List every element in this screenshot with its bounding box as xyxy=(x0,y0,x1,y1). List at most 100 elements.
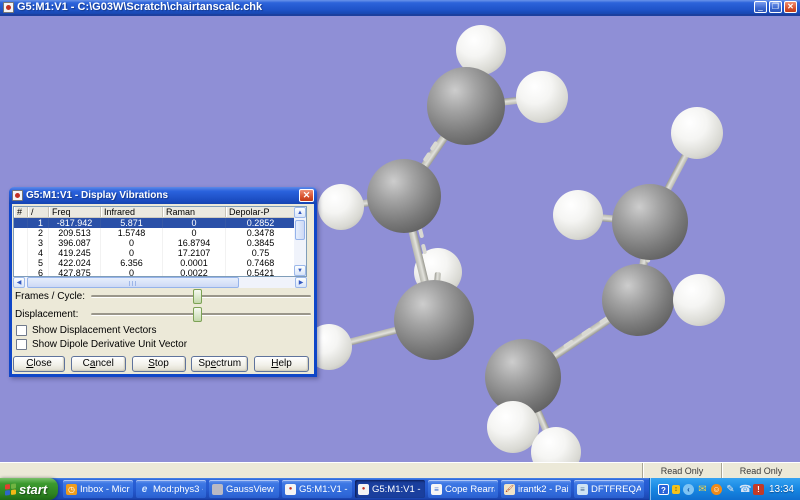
pen-icon[interactable]: ✎ xyxy=(725,484,736,495)
wordpad-icon: ≡ xyxy=(431,484,442,495)
taskbar-item-label: irantk2 - Paint xyxy=(518,484,568,495)
dialog-titlebar[interactable]: G5:M1:V1 - Display Vibrations ✕ xyxy=(9,187,317,204)
table-cell: 0 xyxy=(163,218,226,228)
show-dipole-derivative-checkbox[interactable] xyxy=(16,339,27,350)
table-cell: 0 xyxy=(101,268,163,277)
table-row[interactable]: 5422.0246.3560.00010.7468 xyxy=(14,258,307,268)
scroll-right-button[interactable]: ▶ xyxy=(295,277,307,288)
help-button[interactable]: Help xyxy=(254,356,309,372)
frames-cycle-label: Frames / Cycle: xyxy=(15,291,91,302)
table-cell xyxy=(14,268,28,277)
column-header-[interactable]: # xyxy=(14,207,28,217)
close-button[interactable]: ✕ xyxy=(784,1,797,13)
displacement-slider[interactable] xyxy=(91,313,311,316)
display-vibrations-dialog[interactable]: G5:M1:V1 - Display Vibrations ✕ #/FreqIn… xyxy=(9,187,317,377)
hydrogen-atom[interactable] xyxy=(553,190,603,240)
taskbar-item-inbox-micro-[interactable]: ◷Inbox - Micro... xyxy=(63,480,133,498)
dialog-close-button[interactable]: ✕ xyxy=(299,189,314,202)
table-row[interactable]: 1-817.9425.87100.2852 xyxy=(14,218,307,228)
taskbar-item-cope-rearra-[interactable]: ≡Cope Rearra... xyxy=(428,480,498,498)
displacement-label: Displacement: xyxy=(15,309,91,320)
column-header-raman[interactable]: Raman xyxy=(163,207,226,217)
column-header-infrared[interactable]: Infrared xyxy=(101,207,163,217)
phone-icon[interactable]: ☎ xyxy=(739,484,750,495)
taskbar-item-g5-m1-v1-d-[interactable]: ●G5:M1:V1 - D... xyxy=(355,480,425,498)
mail-icon[interactable]: ✉ xyxy=(697,484,708,495)
table-cell: 419.245 xyxy=(49,248,101,258)
minimize-button[interactable]: _ xyxy=(754,1,767,13)
scroll-up-button[interactable]: ▲ xyxy=(294,207,306,218)
main-window-titlebar[interactable]: G5:M1:V1 - C:\G03W\Scratch\chairtanscalc… xyxy=(0,0,800,16)
horizontal-scrollbar[interactable]: ◀ ▶ xyxy=(13,277,307,288)
dialog-body: #/FreqInfraredRamanDepolar-PDep 1-817.94… xyxy=(9,204,317,377)
table-cell: 0.75 xyxy=(226,248,296,258)
taskbar-item-g5-m1-v1-c-[interactable]: ●G5:M1:V1 - C... xyxy=(282,480,352,498)
taskbar-item-label: Cope Rearra... xyxy=(445,484,495,495)
table-cell: 0.7468 xyxy=(226,258,296,268)
molecule-viewport[interactable]: G5:M1:V1 - Display Vibrations ✕ #/FreqIn… xyxy=(0,18,800,462)
restore-button[interactable]: ❐ xyxy=(769,1,782,13)
hydrogen-atom[interactable] xyxy=(671,107,723,159)
horizontal-scroll-thumb[interactable] xyxy=(27,277,239,288)
column-header-[interactable]: / xyxy=(28,207,49,217)
spectrum-button[interactable]: Spectrum xyxy=(191,356,248,372)
column-header-freq[interactable]: Freq xyxy=(49,207,101,217)
hydrogen-atom[interactable] xyxy=(531,427,581,462)
notepad-icon: ≡ xyxy=(577,484,588,495)
vertical-scrollbar[interactable]: ▲ ▼ xyxy=(294,207,306,276)
vertical-scroll-thumb[interactable] xyxy=(295,220,305,240)
show-displacement-vectors-label: Show Displacement Vectors xyxy=(32,325,157,336)
hide-icons-chevron[interactable]: ‹ xyxy=(683,484,694,495)
show-dipole-derivative-row[interactable]: Show Dipole Derivative Unit Vector xyxy=(16,339,187,350)
table-cell xyxy=(14,238,28,248)
taskbar-item-mod-phys3-[interactable]: eMod:phys3 - ... xyxy=(136,480,206,498)
taskbar-item-label: Inbox - Micro... xyxy=(80,484,130,495)
table-cell: 0.3478 xyxy=(226,228,296,238)
table-cell: 0.5421 xyxy=(226,268,296,277)
displacement-slider-thumb[interactable] xyxy=(193,307,202,322)
updates-icon[interactable]: ↕ xyxy=(672,485,680,494)
taskbar-item-dftfreqan-[interactable]: ≡DFTFREQAN... xyxy=(574,480,644,498)
help-icon[interactable]: ? xyxy=(658,484,669,495)
table-row[interactable]: 4419.245017.21070.75 xyxy=(14,248,307,258)
taskbar-item-label: Mod:phys3 - ... xyxy=(153,484,203,495)
cancel-button[interactable]: Cancel xyxy=(71,356,126,372)
vibrations-table[interactable]: #/FreqInfraredRamanDepolar-PDep 1-817.94… xyxy=(13,206,307,277)
scroll-down-button[interactable]: ▼ xyxy=(294,265,306,276)
show-displacement-vectors-row[interactable]: Show Displacement Vectors xyxy=(16,325,157,336)
taskbar-item-irantk2-paint[interactable]: 🖌irantk2 - Paint xyxy=(501,480,571,498)
carbon-atom[interactable] xyxy=(394,280,474,360)
table-row[interactable]: 2209.5131.574800.3478 xyxy=(14,228,307,238)
column-header-depolarp[interactable]: Depolar-P xyxy=(226,207,296,217)
table-row[interactable]: 3396.087016.87940.3845 xyxy=(14,238,307,248)
taskbar: start ◷Inbox - Micro...eMod:phys3 - ...G… xyxy=(0,478,800,500)
hydrogen-atom[interactable] xyxy=(318,184,364,230)
table-cell: 0.2852 xyxy=(226,218,296,228)
windows-flag-icon xyxy=(5,483,16,495)
hydrogen-atom[interactable] xyxy=(516,71,568,123)
stop-button[interactable]: Stop xyxy=(132,356,186,372)
carbon-atom[interactable] xyxy=(612,184,688,260)
scroll-left-button[interactable]: ◀ xyxy=(13,277,25,288)
show-dipole-derivative-label: Show Dipole Derivative Unit Vector xyxy=(32,339,187,350)
show-displacement-vectors-checkbox[interactable] xyxy=(16,325,27,336)
table-cell: 0.0022 xyxy=(163,268,226,277)
carbon-atom[interactable] xyxy=(367,159,441,233)
taskbar-item-label: G5:M1:V1 - C... xyxy=(299,484,349,495)
table-row[interactable]: 6427.87500.00220.5421 xyxy=(14,268,307,277)
table-cell: 0 xyxy=(101,248,163,258)
table-cell xyxy=(14,228,28,238)
frames-cycle-slider[interactable] xyxy=(91,295,311,298)
taskbar-item-gaussview-3-09[interactable]: GaussView 3.09 xyxy=(209,480,279,498)
messenger-icon[interactable]: ☺ xyxy=(711,484,722,495)
close-button[interactable]: Close xyxy=(13,356,65,372)
table-cell: 6 xyxy=(28,268,49,277)
frames-cycle-slider-thumb[interactable] xyxy=(193,289,202,304)
carbon-atom[interactable] xyxy=(602,264,674,336)
table-cell: 4 xyxy=(28,248,49,258)
hydrogen-atom[interactable] xyxy=(673,274,725,326)
carbon-atom[interactable] xyxy=(427,67,505,145)
start-button[interactable]: start xyxy=(0,478,58,500)
status-bar: Read Only Read Only xyxy=(0,462,800,478)
alert-icon[interactable]: ! xyxy=(753,484,764,495)
